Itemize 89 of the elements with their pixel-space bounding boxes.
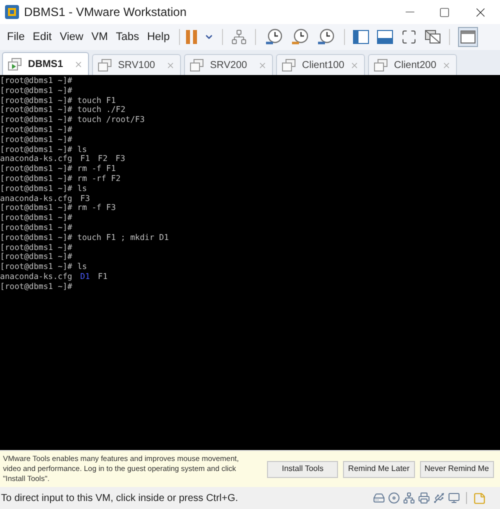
file-name: anaconda-ks.cfg xyxy=(0,154,72,164)
vm-icon xyxy=(98,58,112,72)
tab-label: SRV200 xyxy=(210,58,248,72)
dropdown-caret-icon[interactable] xyxy=(204,32,214,42)
shell-prompt: [root@dbms1 ~]# xyxy=(0,144,72,154)
shell-prompt: [root@dbms1 ~]# xyxy=(0,184,72,194)
shell-command: touch F1 ; mkdir D1 xyxy=(77,232,169,243)
revert-snapshot-icon[interactable] xyxy=(290,27,310,47)
console-view-icon[interactable] xyxy=(376,30,393,44)
shell-prompt: [root@dbms1 ~]# xyxy=(0,262,72,272)
close-tab-icon[interactable] xyxy=(350,60,359,70)
shell-prompt: [root@dbms1 ~]# xyxy=(0,203,72,214)
file-name: F3 xyxy=(116,154,126,164)
tab-label: Client100 xyxy=(302,58,344,72)
notification-button[interactable]: Never Remind Me xyxy=(420,460,494,478)
shell-command: ls xyxy=(77,262,87,272)
pause-icon[interactable] xyxy=(186,30,198,44)
shell-prompt: [root@dbms1 ~]# xyxy=(0,124,72,135)
menu-item[interactable]: Help xyxy=(144,28,173,46)
shell-prompt: [root@dbms1 ~]# xyxy=(0,115,72,125)
shell-prompt: [root@dbms1 ~]# xyxy=(0,105,72,116)
display-icon[interactable] xyxy=(448,492,460,504)
tab-label: DBMS1 xyxy=(28,58,64,72)
shell-command: rm -rf F2 xyxy=(77,174,121,184)
shell-prompt: [root@dbms1 ~]# xyxy=(0,86,72,96)
vm-tab[interactable]: SRV200 xyxy=(184,54,273,75)
status-text: To direct input to this VM, click inside or press Ctrl+G. xyxy=(1,492,240,506)
shell-prompt: [root@dbms1 ~]# xyxy=(0,252,72,262)
menu-item[interactable]: File xyxy=(4,28,28,46)
shell-command: touch ./F2 xyxy=(77,105,126,116)
shell-command: ls xyxy=(77,184,87,194)
vm-tab[interactable]: SRV100 xyxy=(92,54,181,75)
window-title: DBMS1 - VMware Workstation xyxy=(24,4,188,21)
note-icon[interactable] xyxy=(473,492,486,504)
shell-prompt: [root@dbms1 ~]# xyxy=(0,222,72,233)
tab-label: SRV100 xyxy=(118,58,156,72)
notification-button[interactable]: Remind Me Later xyxy=(343,460,415,478)
menu-item[interactable]: Tabs xyxy=(112,28,142,46)
vm-icon xyxy=(190,58,204,72)
vm-icon xyxy=(8,58,22,70)
printer-icon[interactable] xyxy=(418,492,430,504)
file-name: F1 xyxy=(80,154,90,164)
library-view-icon[interactable] xyxy=(458,27,478,47)
menu-item[interactable]: View xyxy=(56,28,86,46)
vm-tab[interactable]: Client200 xyxy=(368,54,457,75)
close-tab-icon[interactable] xyxy=(258,60,267,70)
sidebar-view-icon[interactable] xyxy=(352,30,369,44)
shell-prompt: [root@dbms1 ~]# xyxy=(0,282,72,292)
unity-icon[interactable] xyxy=(424,30,441,44)
close-tab-icon[interactable] xyxy=(442,60,451,70)
file-name: F2 xyxy=(98,154,108,164)
file-name: D1 xyxy=(80,272,90,282)
shell-command: touch F1 xyxy=(77,96,116,106)
shell-prompt: [root@dbms1 ~]# xyxy=(0,213,72,223)
file-name: anaconda-ks.cfg xyxy=(0,272,72,282)
menu-item[interactable]: Edit xyxy=(30,28,55,46)
network-icon[interactable] xyxy=(403,492,415,504)
network-icon[interactable] xyxy=(230,29,247,45)
vm-icon xyxy=(282,58,296,72)
vm-icon xyxy=(374,58,388,72)
file-name: F1 xyxy=(98,272,108,282)
app-logo-icon xyxy=(5,5,19,19)
shell-prompt: [root@dbms1 ~]# xyxy=(0,242,72,252)
vm-tab[interactable]: DBMS1 xyxy=(2,52,89,75)
snapshot-icon[interactable] xyxy=(264,27,284,47)
menu-item[interactable]: VM xyxy=(88,28,111,46)
shell-command: rm -f F3 xyxy=(77,203,116,214)
snapshot-manager-icon[interactable] xyxy=(316,27,336,47)
close-tab-icon[interactable] xyxy=(166,60,175,70)
file-name: F3 xyxy=(80,194,90,204)
maximize-icon[interactable] xyxy=(439,6,450,18)
tab-label: Client200 xyxy=(394,58,436,72)
close-tab-icon[interactable] xyxy=(74,60,83,68)
usb-icon[interactable] xyxy=(433,492,445,504)
shell-prompt: [root@dbms1 ~]# xyxy=(0,134,72,145)
full-screen-icon[interactable] xyxy=(400,29,417,45)
terminal-screen[interactable] xyxy=(0,75,500,450)
disc-icon[interactable] xyxy=(388,492,400,504)
file-name: anaconda-ks.cfg xyxy=(0,194,72,204)
shell-prompt: [root@dbms1 ~]# xyxy=(0,164,72,174)
shell-command: ls xyxy=(77,144,87,154)
shell-prompt: [root@dbms1 ~]# xyxy=(0,96,72,106)
notification-button[interactable]: Install Tools xyxy=(267,460,338,478)
shell-prompt: [root@dbms1 ~]# xyxy=(0,76,72,86)
vm-tab[interactable]: Client100 xyxy=(276,54,365,75)
shell-prompt: [root@dbms1 ~]# xyxy=(0,174,72,184)
shell-prompt: [root@dbms1 ~]# xyxy=(0,232,72,243)
shell-command: touch /root/F3 xyxy=(77,115,145,125)
shell-command: rm -f F1 xyxy=(77,164,116,174)
